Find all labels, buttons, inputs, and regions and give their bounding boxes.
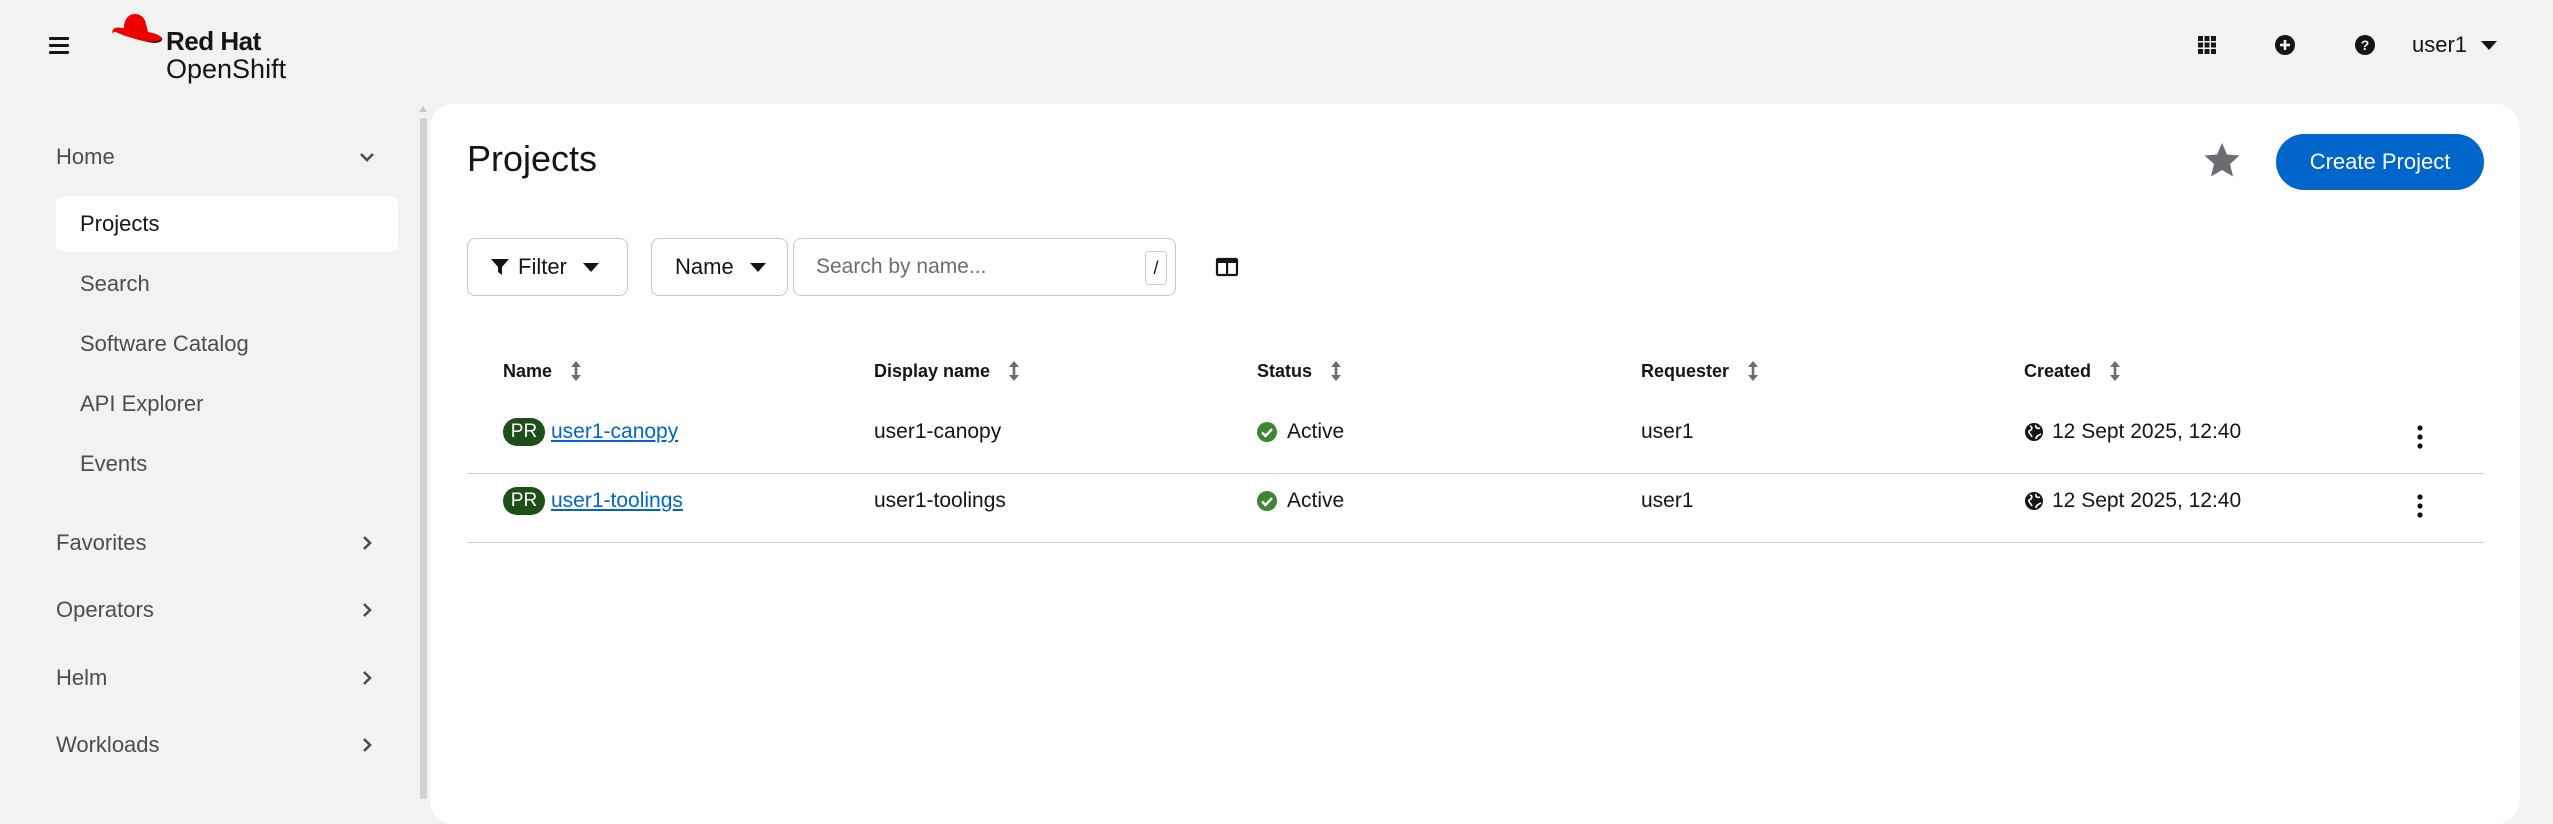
search-input[interactable] [816,239,1136,295]
star-icon[interactable] [2202,140,2242,180]
create-project-button[interactable]: Create Project [2276,134,2484,190]
project-link[interactable]: user1-toolings [551,489,683,513]
user-name: user1 [2412,32,2468,57]
chevron-right-icon [363,671,372,685]
project-badge: PR [503,418,545,446]
filter-label: Filter [518,254,567,279]
plus-circle-icon[interactable] [2270,30,2300,60]
manage-columns-icon[interactable] [1214,254,1240,280]
scroll-up-icon[interactable] [419,106,427,112]
caret-down-icon [582,262,599,272]
nav-section-operators[interactable]: Operators [56,589,376,631]
chevron-down-icon [360,153,374,162]
nav-section-label: Favorites [56,530,147,555]
chevron-right-icon [363,603,372,617]
column-header-label: Name [503,360,553,381]
chevron-right-icon [363,738,372,752]
hamburger-icon[interactable] [46,34,72,56]
filter-icon [491,259,509,275]
row-divider [467,542,2484,543]
nav-section-label: Helm [56,665,108,690]
project-badge: PR [503,487,545,515]
requester-cell: user1 [1641,420,1694,443]
requester-cell: user1 [1641,489,1694,512]
brand-name: Red Hat [166,26,261,56]
status-text: Active [1287,420,1345,443]
chevron-right-icon [363,536,372,550]
search-box: / [793,238,1176,296]
kebab-menu-icon[interactable] [2413,491,2427,521]
name-cell: PR user1-toolings [503,486,683,516]
column-header-display-name[interactable]: Display name [874,356,1020,386]
brand-logo[interactable]: Red Hat OpenShift [110,12,330,84]
column-header-label: Created [2024,360,2092,381]
sidebar-item-events[interactable]: Events [56,436,398,492]
nav-section-workloads[interactable]: Workloads [56,724,376,766]
app-launcher-icon[interactable] [2192,30,2222,60]
sidebar-scrollbar[interactable] [418,106,428,799]
main-content: Projects Create Project Filter Name / Na… [430,104,2520,824]
page-title: Projects [467,138,598,179]
created-cell: 12 Sept 2025, 12:40 [2024,486,2241,516]
sort-icon [571,361,582,381]
sidebar-item-label: Projects [80,211,160,236]
column-header-label: Requester [1641,360,1730,381]
name-dropdown-label: Name [675,254,734,279]
display-name-cell: user1-toolings [874,489,1006,512]
filter-button[interactable]: Filter [467,238,628,296]
sidebar-item-label: Search [80,271,150,296]
nav-section-helm[interactable]: Helm [56,657,376,699]
sidebar-item-label: Software Catalog [80,331,249,356]
sort-icon [1331,361,1342,381]
created-cell: 12 Sept 2025, 12:40 [2024,417,2241,447]
caret-down-icon [2481,40,2498,50]
sort-icon [1009,361,1020,381]
sidebar-item-projects[interactable]: Projects [56,196,398,252]
sidebar-item-search[interactable]: Search [56,256,398,312]
created-text: 12 Sept 2025, 12:40 [2052,420,2242,443]
column-header-name[interactable]: Name [503,356,582,386]
kebab-menu-icon[interactable] [2413,422,2427,452]
column-header-created[interactable]: Created [2024,356,2121,386]
nav-section-label: Home [56,144,115,169]
column-header-label: Status [1257,360,1313,381]
display-name-cell: user1-canopy [874,420,1002,443]
nav-section-favorites[interactable]: Favorites [56,522,376,564]
masthead: Red Hat OpenShift ? user1 [0,0,2553,92]
red-hat-icon [112,14,163,43]
sidebar: Home Projects Search Software Catalog AP… [0,92,418,799]
nav-section-label: Workloads [56,732,160,757]
sort-icon [1748,361,1759,381]
column-header-requester[interactable]: Requester [1641,356,1759,386]
name-dropdown[interactable]: Name [651,238,788,296]
sidebar-item-label: API Explorer [80,391,204,416]
name-cell: PR user1-canopy [503,417,678,447]
globe-icon [2025,492,2043,510]
sort-icon [2110,361,2121,381]
status-cell: Active [1257,417,1344,447]
scrollbar-thumb[interactable] [420,118,427,799]
column-header-label: Display name [874,360,991,381]
project-link[interactable]: user1-canopy [551,420,678,444]
column-header-status[interactable]: Status [1257,356,1342,386]
sidebar-item-label: Events [80,451,148,476]
nav-section-home[interactable]: Home [56,136,376,178]
product-name: OpenShift [166,54,287,84]
search-shortcut-hint: / [1145,251,1167,285]
status-cell: Active [1257,486,1344,516]
check-circle-icon [1257,491,1277,511]
globe-icon [2025,423,2043,441]
help-icon[interactable]: ? [2350,30,2380,60]
user-menu[interactable]: user1 [2412,30,2498,60]
svg-text:?: ? [2361,37,2370,53]
check-circle-icon [1257,422,1277,442]
status-text: Active [1287,489,1345,512]
sidebar-item-api-explorer[interactable]: API Explorer [56,376,398,432]
row-divider [467,473,2484,474]
caret-down-icon [749,262,766,272]
nav-section-label: Operators [56,597,154,622]
sidebar-item-software-catalog[interactable]: Software Catalog [56,316,398,372]
created-text: 12 Sept 2025, 12:40 [2052,489,2242,512]
